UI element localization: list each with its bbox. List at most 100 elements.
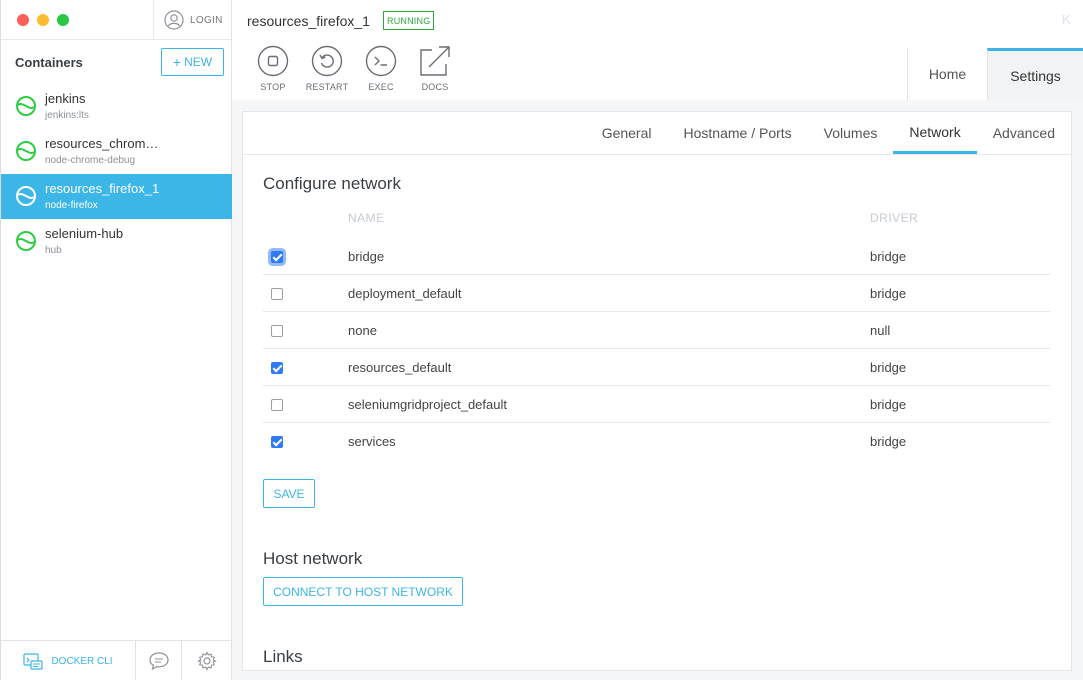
maximize-window-button[interactable] — [57, 14, 69, 26]
links-title: Links — [263, 647, 303, 666]
sidebar: LOGIN Containers + NEW jenkins jenkins:l… — [0, 0, 232, 680]
login-button[interactable]: LOGIN — [153, 0, 233, 40]
restart-label: RESTART — [305, 82, 349, 92]
sidebar-top-bar: LOGIN — [1, 0, 231, 40]
docs-button[interactable]: DOCS — [408, 45, 462, 92]
network-driver: null — [870, 323, 891, 338]
docs-label: DOCS — [421, 82, 449, 92]
network-driver: bridge — [870, 397, 907, 412]
network-checkbox[interactable] — [271, 251, 283, 263]
minimize-window-button[interactable] — [37, 14, 49, 26]
main-area: resources_firefox_1 RUNNING K STOP RESTA… — [232, 0, 1083, 680]
window-controls — [17, 14, 69, 26]
network-checkbox[interactable] — [271, 436, 283, 448]
tab-home[interactable]: Home — [907, 48, 987, 100]
container-name: jenkins — [45, 91, 86, 106]
container-running-icon — [16, 96, 36, 116]
status-badge: RUNNING — [383, 11, 435, 30]
preferences-button[interactable] — [182, 641, 232, 680]
plus-icon: + — [172, 54, 182, 70]
docker-cli-button[interactable]: DOCKER CLI — [1, 641, 136, 680]
table-row: deployment_default bridge — [263, 275, 1050, 312]
network-checkbox[interactable] — [271, 362, 283, 374]
user-icon — [164, 10, 184, 30]
container-list: jenkins jenkins:lts resources_chrom… nod… — [1, 84, 232, 264]
exec-button[interactable]: EXEC — [354, 45, 408, 92]
container-image: jenkins:lts — [45, 110, 89, 121]
network-name: seleniumgridproject_default — [348, 397, 507, 412]
network-name: services — [348, 434, 396, 449]
container-item-resources-firefox[interactable]: resources_firefox_1 node-firefox — [1, 174, 232, 219]
network-driver: bridge — [870, 434, 907, 449]
container-image: node-chrome-debug — [45, 155, 136, 166]
container-running-icon — [16, 231, 36, 251]
container-title: resources_firefox_1 — [247, 13, 370, 29]
container-name: selenium-hub — [45, 226, 124, 241]
new-button-label: NEW — [184, 55, 213, 69]
connect-host-network-button[interactable]: CONNECT TO HOST NETWORK — [263, 577, 463, 606]
container-actions: STOP RESTART EXEC DOCS — [246, 45, 462, 92]
subtab-volumes[interactable]: Volumes — [808, 112, 894, 154]
settings-panel: General Hostname / Ports Volumes Network… — [242, 111, 1072, 671]
table-header: NAME DRIVER — [263, 208, 1050, 238]
network-checkbox[interactable] — [271, 325, 283, 337]
network-driver: bridge — [870, 360, 907, 375]
subtab-divider — [243, 154, 1071, 155]
container-name: resources_firefox_1 — [45, 181, 160, 196]
docker-cli-label: DOCKER CLI — [51, 655, 113, 667]
kitematic-logo: K — [1061, 12, 1071, 27]
docker-cli-icon — [23, 653, 44, 670]
table-row: bridge bridge — [263, 238, 1050, 275]
chat-bubble-icon — [148, 652, 169, 671]
stop-icon — [257, 45, 289, 77]
container-image: hub — [45, 245, 62, 256]
table-row: services bridge — [263, 423, 1050, 460]
container-item-jenkins[interactable]: jenkins jenkins:lts — [1, 84, 232, 129]
container-running-icon — [16, 186, 36, 206]
configure-network-title: Configure network — [263, 174, 401, 193]
feedback-button[interactable] — [136, 641, 182, 680]
network-name: deployment_default — [348, 286, 462, 301]
external-link-icon — [420, 46, 450, 76]
login-label: LOGIN — [190, 14, 223, 26]
table-row: seleniumgridproject_default bridge — [263, 386, 1050, 423]
container-item-selenium-hub[interactable]: selenium-hub hub — [1, 219, 232, 264]
network-table: NAME DRIVER bridge bridge deployment_def… — [263, 208, 1050, 460]
network-name: resources_default — [348, 360, 452, 375]
container-name: resources_chrom… — [45, 136, 159, 151]
network-driver: bridge — [870, 286, 907, 301]
network-checkbox[interactable] — [271, 399, 283, 411]
subtab-general[interactable]: General — [586, 112, 668, 154]
stop-button[interactable]: STOP — [246, 45, 300, 92]
close-window-button[interactable] — [17, 14, 29, 26]
network-name: none — [348, 323, 377, 338]
network-driver: bridge — [870, 249, 907, 264]
table-row: none null — [263, 312, 1050, 349]
subtab-hostname-ports[interactable]: Hostname / Ports — [668, 112, 808, 154]
container-image: node-firefox — [45, 200, 98, 211]
network-checkbox[interactable] — [271, 288, 283, 300]
container-header: resources_firefox_1 RUNNING K STOP RESTA… — [232, 0, 1083, 100]
exec-label: EXEC — [368, 82, 394, 92]
tab-settings[interactable]: Settings — [987, 48, 1083, 100]
gear-icon — [197, 651, 217, 671]
save-button[interactable]: SAVE — [263, 479, 315, 508]
subtab-network[interactable]: Network — [893, 112, 977, 154]
sidebar-bottom-bar: DOCKER CLI — [1, 640, 232, 680]
containers-title: Containers — [15, 55, 83, 70]
settings-subtabs: General Hostname / Ports Volumes Network… — [586, 112, 1071, 154]
column-header-driver: DRIVER — [870, 211, 919, 225]
terminal-icon — [365, 45, 397, 77]
container-running-icon — [16, 141, 36, 161]
subtab-advanced[interactable]: Advanced — [977, 112, 1071, 154]
table-row: resources_default bridge — [263, 349, 1050, 386]
host-network-title: Host network — [263, 549, 363, 568]
containers-header: Containers + NEW — [1, 48, 232, 78]
restart-button[interactable]: RESTART — [300, 45, 354, 92]
stop-label: STOP — [260, 82, 286, 92]
new-container-button[interactable]: + NEW — [161, 48, 224, 76]
column-header-name: NAME — [348, 211, 385, 225]
main-tabs: Home Settings — [907, 48, 1083, 100]
network-name: bridge — [348, 249, 385, 264]
container-item-resources-chrome[interactable]: resources_chrom… node-chrome-debug — [1, 129, 232, 174]
